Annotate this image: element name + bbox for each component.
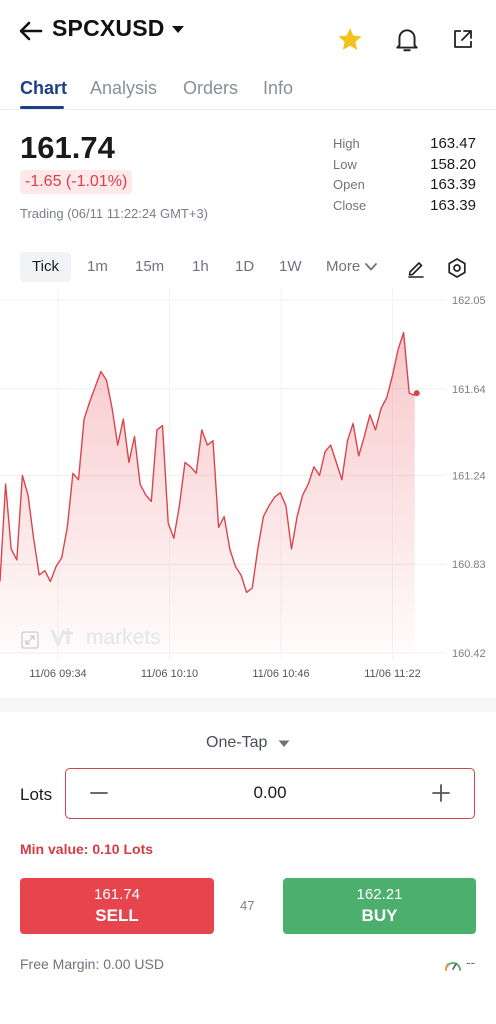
min-lots-warning: Min value: 0.10 Lots bbox=[20, 841, 154, 857]
stat-open: Open 163.39 bbox=[333, 176, 476, 198]
tab-analysis[interactable]: Analysis bbox=[90, 78, 157, 99]
current-price: 161.74 bbox=[20, 130, 115, 165]
x-tick-label: 11/06 10:10 bbox=[141, 668, 198, 680]
free-margin: Free Margin: 0.00 USD bbox=[20, 956, 164, 972]
lots-stepper[interactable]: 0.00 bbox=[65, 768, 475, 819]
section-divider bbox=[0, 698, 496, 712]
detail-tabs: Chart Analysis Orders Info bbox=[0, 70, 496, 110]
price-area-fill bbox=[0, 332, 415, 653]
x-tick-label: 11/06 10:46 bbox=[252, 668, 309, 680]
star-icon[interactable] bbox=[336, 26, 364, 54]
y-tick-label: 161.24 bbox=[452, 470, 486, 482]
x-axis: 11/06 09:34 11/06 10:10 11/06 10:46 11/06 1… bbox=[29, 668, 420, 680]
plus-icon[interactable] bbox=[432, 784, 450, 802]
y-tick-label: 160.83 bbox=[452, 559, 486, 571]
active-tab-indicator bbox=[20, 106, 64, 109]
price-chart-svg: 162.05 161.64 161.24 160.83 160.42 11/06 09:… bbox=[0, 288, 486, 680]
interval-15m[interactable]: 15m bbox=[135, 258, 164, 275]
trading-status: Trading (06/11 11:22:24 GMT+3) bbox=[20, 206, 208, 221]
y-tick-label: 162.05 bbox=[452, 295, 486, 307]
chevron-down-icon[interactable] bbox=[365, 263, 377, 271]
bell-icon[interactable] bbox=[394, 26, 420, 54]
x-tick-label: 11/06 09:34 bbox=[29, 668, 86, 680]
interval-tick[interactable]: Tick bbox=[20, 252, 71, 282]
gauge-icon bbox=[445, 962, 461, 971]
stat-value: 163.39 bbox=[430, 176, 476, 193]
external-link-icon[interactable] bbox=[451, 27, 475, 51]
chart-watermark: markets bbox=[86, 626, 161, 649]
price-chart[interactable]: 162.05 161.64 161.24 160.83 160.42 11/06 09:… bbox=[0, 288, 496, 698]
buy-label: BUY bbox=[361, 906, 398, 925]
buy-button[interactable]: 162.21 BUY bbox=[283, 878, 476, 934]
stat-label: Low bbox=[333, 156, 357, 172]
stat-value: 163.47 bbox=[430, 135, 476, 152]
stat-value: 158.20 bbox=[430, 155, 476, 173]
interval-1m[interactable]: 1m bbox=[87, 258, 108, 275]
back-arrow-icon[interactable] bbox=[18, 18, 44, 44]
pencil-icon[interactable] bbox=[406, 258, 426, 278]
lots-input[interactable]: 0.00 bbox=[66, 783, 474, 803]
trade-mode-selector[interactable]: One-Tap bbox=[206, 734, 267, 752]
sell-price: 161.74 bbox=[94, 886, 140, 903]
caret-down-icon[interactable] bbox=[171, 25, 185, 35]
stat-label: Close bbox=[333, 197, 367, 213]
spread-value: 47 bbox=[240, 898, 255, 913]
top-bar: SPCXUSD bbox=[0, 0, 496, 66]
tab-orders[interactable]: Orders bbox=[183, 78, 238, 99]
y-axis: 162.05 161.64 161.24 160.83 160.42 bbox=[452, 295, 486, 660]
buy-price: 162.21 bbox=[356, 886, 403, 903]
sell-label: SELL bbox=[95, 906, 139, 925]
lots-label: Lots bbox=[20, 785, 53, 804]
stat-low: Low 158.20 bbox=[333, 155, 476, 178]
interval-1d[interactable]: 1D bbox=[235, 258, 254, 275]
symbol-title[interactable]: SPCXUSD bbox=[52, 15, 165, 42]
tab-info[interactable]: Info bbox=[263, 78, 293, 99]
x-tick-label: 11/06 11:22 bbox=[364, 668, 420, 680]
interval-1h[interactable]: 1h bbox=[192, 258, 209, 275]
y-tick-label: 161.64 bbox=[452, 384, 486, 396]
price-change-badge: -1.65 (-1.01%) bbox=[20, 170, 133, 194]
settings-gear-icon[interactable] bbox=[446, 257, 468, 279]
stat-high: High 163.47 bbox=[333, 135, 476, 157]
margin-level-value: -- bbox=[466, 954, 476, 970]
interval-more[interactable]: More bbox=[326, 258, 360, 275]
tab-chart[interactable]: Chart bbox=[20, 78, 67, 99]
stat-close: Close 163.39 bbox=[333, 196, 476, 219]
stat-value: 163.39 bbox=[430, 196, 476, 214]
last-price-dot bbox=[413, 390, 420, 397]
stat-label: High bbox=[333, 136, 360, 151]
stat-label: Open bbox=[333, 177, 365, 192]
y-tick-label: 160.42 bbox=[452, 648, 486, 660]
caret-down-icon[interactable] bbox=[278, 740, 290, 748]
interval-1w[interactable]: 1W bbox=[279, 258, 302, 275]
price-stats: High 163.47 Low 158.20 Open 163.39 Close… bbox=[333, 135, 476, 219]
sell-button[interactable]: 161.74 SELL bbox=[20, 878, 214, 934]
